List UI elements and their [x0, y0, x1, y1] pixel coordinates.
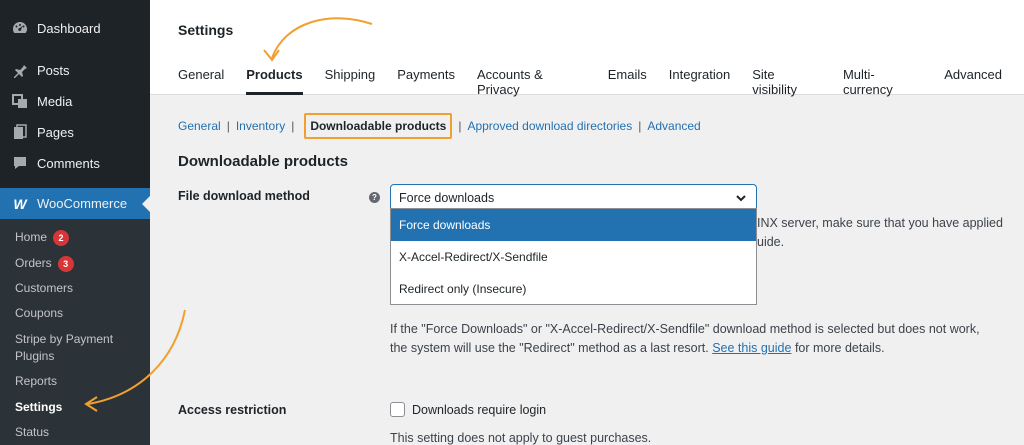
separator: | — [638, 119, 642, 133]
sidebar-item-pages[interactable]: Pages — [0, 117, 150, 147]
submenu-item-stripe[interactable]: Stripe by Payment Plugins — [15, 331, 113, 365]
tab-emails[interactable]: Emails — [608, 67, 647, 95]
select-value: Force downloads — [399, 190, 495, 205]
woocommerce-icon: W — [13, 195, 27, 212]
access-restriction-label: Access restriction — [178, 403, 287, 417]
sidebar-item-label: Dashboard — [37, 20, 101, 36]
sidebar-item-label: Pages — [37, 124, 74, 140]
sidebar-item-media[interactable]: Media — [0, 86, 150, 116]
orders-count-badge: 3 — [57, 255, 74, 272]
admin-sidebar: Dashboard Posts Media Pages Comments W W… — [0, 0, 150, 445]
tab-shipping[interactable]: Shipping — [325, 67, 376, 95]
submenu-item-customers[interactable]: Customers — [15, 280, 73, 297]
sidebar-item-label: WooCommerce — [37, 196, 128, 211]
option-redirect-only[interactable]: Redirect only (Insecure) — [391, 273, 756, 305]
tab-accounts-privacy[interactable]: Accounts & Privacy — [477, 67, 586, 97]
dashboard-icon — [10, 18, 30, 38]
sidebar-item-posts[interactable]: Posts — [0, 55, 150, 85]
sidebar-item-label: Media — [37, 93, 73, 109]
access-restriction-description: This setting does not apply to guest pur… — [390, 431, 652, 445]
settings-header: Settings General Products Shipping Payme… — [150, 0, 1024, 97]
submenu-item-coupons[interactable]: Coupons — [15, 305, 63, 322]
sidebar-item-label: Comments — [37, 155, 100, 171]
help-icon[interactable]: ? — [369, 192, 380, 203]
subsection-nav: General | Inventory | Downloadable produ… — [178, 113, 701, 139]
option-force-downloads[interactable]: Force downloads — [391, 209, 756, 241]
page-title: Settings — [178, 22, 234, 38]
file-download-method-dropdown: Force downloads X-Accel-Redirect/X-Sendf… — [390, 208, 757, 305]
fallback-note-text: for more details. — [794, 341, 885, 355]
woocommerce-submenu: Home 2 Orders 3 Customers Coupons Stripe… — [0, 219, 150, 445]
home-count-badge: 2 — [53, 229, 70, 246]
tab-integration[interactable]: Integration — [669, 67, 730, 95]
downloads-require-login-checkbox[interactable] — [390, 402, 405, 417]
subsection-approved-directories-link[interactable]: Approved download directories — [467, 119, 632, 133]
method-description-partial-2: uide. — [757, 235, 785, 249]
downloads-require-login-row[interactable]: Downloads require login — [390, 402, 546, 417]
sidebar-item-dashboard[interactable]: Dashboard — [0, 13, 150, 43]
subsection-advanced-link[interactable]: Advanced — [647, 119, 700, 133]
submenu-label: Plugins — [15, 349, 55, 363]
pin-icon — [10, 60, 30, 80]
file-download-method-label: File download method — [178, 189, 310, 203]
subsection-general-link[interactable]: General — [178, 119, 221, 133]
sidebar-item-woocommerce[interactable]: W WooCommerce — [0, 188, 150, 219]
tab-advanced[interactable]: Advanced — [944, 67, 1002, 95]
pages-icon — [10, 122, 30, 142]
sidebar-item-comments[interactable]: Comments — [0, 148, 150, 178]
submenu-label: Stripe by Payment — [15, 332, 114, 346]
submenu-label: Home — [15, 230, 48, 244]
tab-multi-currency[interactable]: Multi-currency — [843, 67, 922, 97]
subsection-inventory-link[interactable]: Inventory — [236, 119, 285, 133]
submenu-item-settings[interactable]: Settings — [15, 399, 62, 416]
tab-products[interactable]: Products — [246, 67, 303, 95]
option-x-accel-redirect[interactable]: X-Accel-Redirect/X-Sendfile — [391, 241, 756, 273]
submenu-item-home[interactable]: Home 2 — [15, 229, 70, 246]
comments-icon — [10, 153, 30, 173]
see-guide-link[interactable]: See this guide — [712, 341, 791, 355]
media-icon — [10, 91, 30, 111]
fallback-note-line2: the system will use the "Redirect" metho… — [390, 339, 885, 358]
checkbox-label: Downloads require login — [412, 402, 547, 417]
settings-tabs: General Products Shipping Payments Accou… — [178, 67, 1024, 97]
subsection-downloadable-current[interactable]: Downloadable products — [304, 113, 453, 139]
separator: | — [226, 119, 230, 133]
sidebar-item-label: Posts — [37, 62, 70, 78]
tab-payments[interactable]: Payments — [397, 67, 455, 95]
separator: | — [458, 119, 462, 133]
chevron-down-icon — [736, 195, 746, 202]
fallback-note-line1: If the "Force Downloads" or "X-Accel-Red… — [390, 322, 980, 336]
section-title: Downloadable products — [178, 153, 349, 170]
submenu-item-orders[interactable]: Orders 3 — [15, 255, 74, 272]
separator: | — [291, 119, 295, 133]
fallback-note-text: the system will use the "Redirect" metho… — [390, 341, 709, 355]
file-download-method-select[interactable]: Force downloads — [390, 184, 757, 211]
submenu-label: Orders — [15, 256, 52, 270]
tab-site-visibility[interactable]: Site visibility — [752, 67, 821, 97]
tab-general[interactable]: General — [178, 67, 224, 95]
submenu-item-status[interactable]: Status — [15, 424, 49, 441]
method-description-partial: INX server, make sure that you have appl… — [757, 216, 1003, 230]
submenu-item-reports[interactable]: Reports — [15, 373, 57, 390]
